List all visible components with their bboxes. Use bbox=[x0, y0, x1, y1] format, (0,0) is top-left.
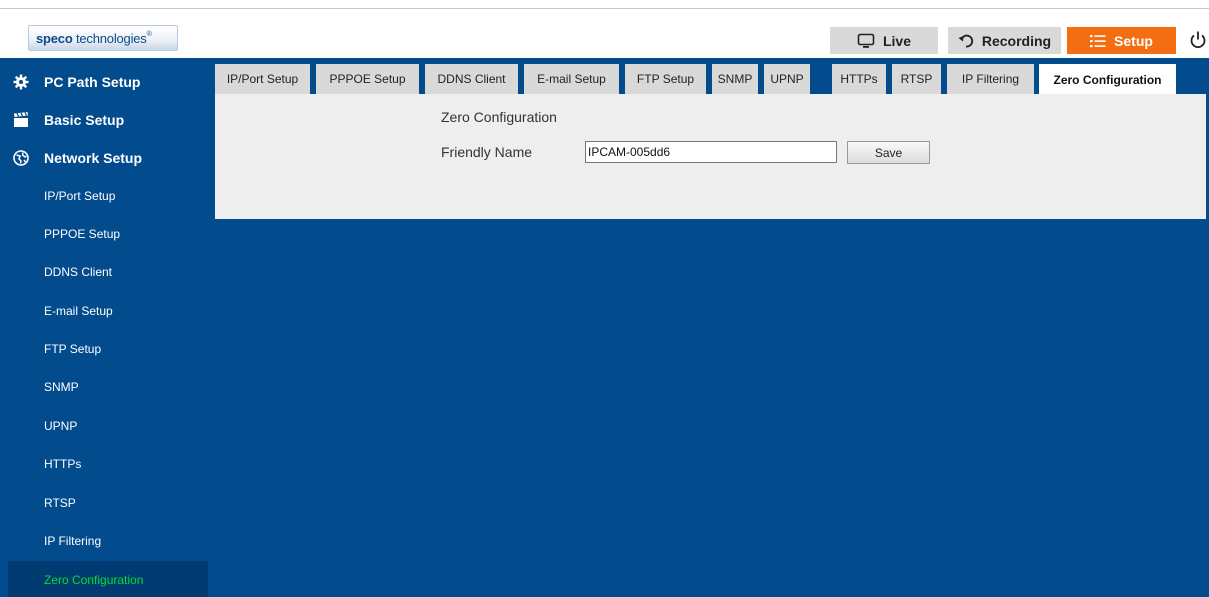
logo-text-bold: speco bbox=[36, 31, 73, 46]
friendly-name-label: Friendly Name bbox=[441, 144, 533, 160]
monitor-icon bbox=[857, 33, 875, 49]
sidebar-item-label: E-mail Setup bbox=[44, 304, 113, 318]
undo-arrow-icon bbox=[958, 33, 974, 49]
sidebar-section-pc-path-setup[interactable]: PC Path Setup bbox=[0, 63, 208, 101]
sidebar-item-zero-configuration[interactable]: Zero Configuration bbox=[8, 561, 208, 597]
sidebar-item-label: IP/Port Setup bbox=[44, 189, 116, 203]
tab-ip-filtering[interactable]: IP Filtering bbox=[947, 64, 1034, 94]
sidebar-item-pppoe-setup[interactable]: PPPOE Setup bbox=[0, 215, 208, 253]
setup-button[interactable]: Setup bbox=[1067, 27, 1176, 54]
sidebar-item-label: Zero Configuration bbox=[44, 573, 144, 587]
friendly-name-input[interactable] bbox=[585, 141, 837, 163]
sidebar-item-label: SNMP bbox=[44, 380, 79, 394]
tab-email-setup[interactable]: E-mail Setup bbox=[524, 64, 619, 94]
live-button[interactable]: Live bbox=[830, 27, 938, 54]
logo-text: speco technologies® bbox=[36, 31, 152, 46]
sidebar-section-basic-setup[interactable]: Basic Setup bbox=[0, 101, 208, 139]
tab-zero-configuration[interactable]: Zero Configuration bbox=[1039, 64, 1176, 95]
sidebar-section-label: PC Path Setup bbox=[44, 74, 141, 90]
sidebar-item-label: HTTPs bbox=[44, 457, 82, 471]
sidebar-item-label: UPNP bbox=[44, 419, 78, 433]
tab-label: RTSP bbox=[900, 72, 933, 86]
sidebar-section-label: Network Setup bbox=[44, 150, 143, 166]
sidebar-item-rtsp[interactable]: RTSP bbox=[0, 484, 208, 522]
globe-icon bbox=[13, 150, 29, 166]
gear-icon bbox=[13, 74, 29, 90]
logo-text-rest: technologies bbox=[72, 31, 147, 46]
tab-label: IP/Port Setup bbox=[226, 72, 299, 86]
power-icon[interactable] bbox=[1188, 30, 1208, 50]
list-icon bbox=[1090, 34, 1106, 48]
tab-label: Zero Configuration bbox=[1053, 72, 1162, 87]
settings-panel: Zero Configuration Friendly Name Save bbox=[215, 94, 1206, 219]
sidebar-section-network-setup[interactable]: Network Setup bbox=[0, 139, 208, 177]
sidebar-item-https[interactable]: HTTPs bbox=[0, 445, 208, 483]
tab-label: IP Filtering bbox=[961, 72, 1020, 86]
tab-https[interactable]: HTTPs bbox=[832, 64, 886, 94]
panel-title: Zero Configuration bbox=[441, 109, 557, 125]
company-logo: speco technologies® bbox=[28, 25, 178, 51]
tab-rtsp[interactable]: RTSP bbox=[892, 64, 941, 94]
setup-label: Setup bbox=[1114, 32, 1153, 49]
tab-label: E-mail Setup bbox=[537, 72, 606, 86]
sidebar-item-label: DDNS Client bbox=[44, 265, 113, 279]
sidebar-item-label: FTP Setup bbox=[44, 342, 102, 356]
sidebar-item-ddns-client[interactable]: DDNS Client bbox=[0, 253, 208, 291]
top-divider bbox=[0, 8, 1209, 9]
tab-label: UPNP bbox=[770, 72, 804, 86]
tab-label: HTTPs bbox=[840, 72, 878, 86]
clapperboard-icon bbox=[13, 112, 29, 128]
save-button[interactable]: Save bbox=[847, 141, 930, 164]
tab-ftp-setup[interactable]: FTP Setup bbox=[625, 64, 706, 94]
logo-registered-mark: ® bbox=[146, 31, 152, 38]
tab-label: PPPOE Setup bbox=[329, 72, 406, 86]
sidebar: PC Path Setup Basic Setup Network Setup … bbox=[0, 58, 208, 597]
sidebar-item-label: IP Filtering bbox=[44, 534, 102, 548]
tab-label: FTP Setup bbox=[636, 72, 695, 86]
sidebar-item-ftp-setup[interactable]: FTP Setup bbox=[0, 330, 208, 368]
sidebar-item-ip-filtering[interactable]: IP Filtering bbox=[0, 522, 208, 560]
sidebar-item-label: RTSP bbox=[44, 496, 76, 510]
sidebar-item-snmp[interactable]: SNMP bbox=[0, 368, 208, 406]
tab-ip-port-setup[interactable]: IP/Port Setup bbox=[215, 64, 310, 94]
sidebar-item-label: PPPOE Setup bbox=[44, 227, 121, 241]
sidebar-item-upnp[interactable]: UPNP bbox=[0, 407, 208, 445]
tab-label: DDNS Client bbox=[437, 72, 506, 86]
tab-upnp[interactable]: UPNP bbox=[764, 64, 810, 94]
tab-label: SNMP bbox=[717, 72, 753, 86]
top-bar: speco technologies® Live Recording Setup bbox=[0, 0, 1209, 58]
tab-ddns-client[interactable]: DDNS Client bbox=[425, 64, 518, 94]
live-label: Live bbox=[882, 32, 911, 49]
sidebar-section-label: Basic Setup bbox=[44, 112, 125, 128]
tab-snmp[interactable]: SNMP bbox=[712, 64, 758, 94]
sidebar-item-email-setup[interactable]: E-mail Setup bbox=[0, 292, 208, 330]
tab-pppoe-setup[interactable]: PPPOE Setup bbox=[316, 64, 419, 94]
recording-button[interactable]: Recording bbox=[948, 27, 1061, 54]
sidebar-item-ip-port-setup[interactable]: IP/Port Setup bbox=[0, 177, 208, 215]
recording-label: Recording bbox=[981, 32, 1052, 49]
